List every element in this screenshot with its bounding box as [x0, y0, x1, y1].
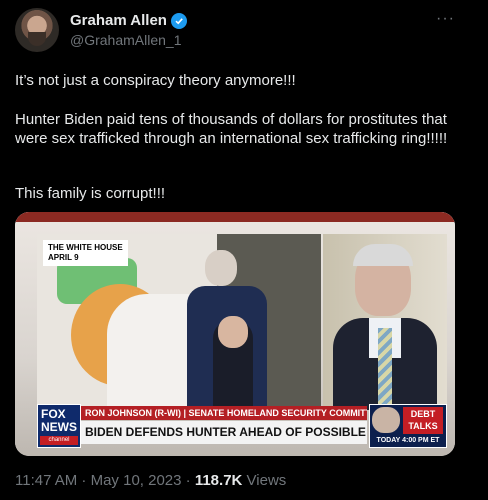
fox-news-logo: FOX NEWS channel	[37, 404, 81, 448]
logo-word-fox: FOX	[41, 407, 66, 421]
tweet-card: Graham Allen @GrahamAllen_1 ··· It’s not…	[0, 0, 488, 500]
promo-title: DEBT TALKS	[403, 407, 443, 434]
chyron-bottom: BIDEN DEFENDS HUNTER AHEAD OF POSSIBLE C…	[81, 421, 367, 444]
tweet-media[interactable]: THE WHITE HOUSE APRIL 9 FOX NEWS channel…	[15, 212, 455, 456]
speaker-hair	[353, 244, 413, 266]
more-options-icon[interactable]: ···	[436, 10, 455, 28]
tweet-text-line-1: It’s not just a conspiracy theory anymor…	[15, 72, 296, 89]
promo-time: TODAY 4:00 PM ET	[376, 437, 440, 444]
author-handle[interactable]: @GrahamAllen_1	[70, 32, 182, 48]
lower-third: FOX NEWS channel RON JOHNSON (R-WI) | SE…	[31, 402, 449, 452]
logo-word-news: NEWS	[41, 420, 77, 434]
logo-word-channel: channel	[40, 436, 78, 445]
video-right-panel	[323, 234, 447, 410]
promo-title-line1: DEBT	[410, 409, 436, 419]
location-label-line1: THE WHITE HOUSE	[48, 243, 123, 252]
man-head	[205, 250, 237, 286]
tweet-meta: 11:47 AM · May 10, 2023 · 118.7K Views	[15, 472, 286, 489]
avatar-beard	[28, 32, 46, 46]
views-count[interactable]: 118.7K	[195, 472, 243, 489]
media-brick-strip	[15, 212, 455, 222]
promo-title-line2: TALKS	[408, 421, 438, 431]
promo-faces	[372, 407, 400, 433]
chyron-top: RON JOHNSON (R-WI) | SENATE HOMELAND SEC…	[81, 406, 367, 420]
author-avatar[interactable]	[15, 8, 59, 52]
location-label: THE WHITE HOUSE APRIL 9	[43, 240, 128, 266]
tweet-text-line-2: Hunter Biden paid tens of thousands of d…	[15, 111, 448, 147]
boy-head	[218, 316, 248, 348]
author-name[interactable]: Graham Allen	[70, 12, 167, 29]
verified-badge-icon	[170, 12, 187, 29]
tweet-text-line-3: This family is corrupt!!!	[15, 185, 166, 202]
views-label: Views	[242, 472, 287, 489]
timestamp[interactable]: 11:47 AM · May 10, 2023 ·	[15, 472, 195, 489]
debt-talks-promo: DEBT TALKS TODAY 4:00 PM ET	[369, 404, 447, 448]
speaker-tie	[378, 328, 392, 410]
author-name-row: Graham Allen	[70, 12, 187, 29]
location-label-line2: APRIL 9	[48, 253, 79, 262]
